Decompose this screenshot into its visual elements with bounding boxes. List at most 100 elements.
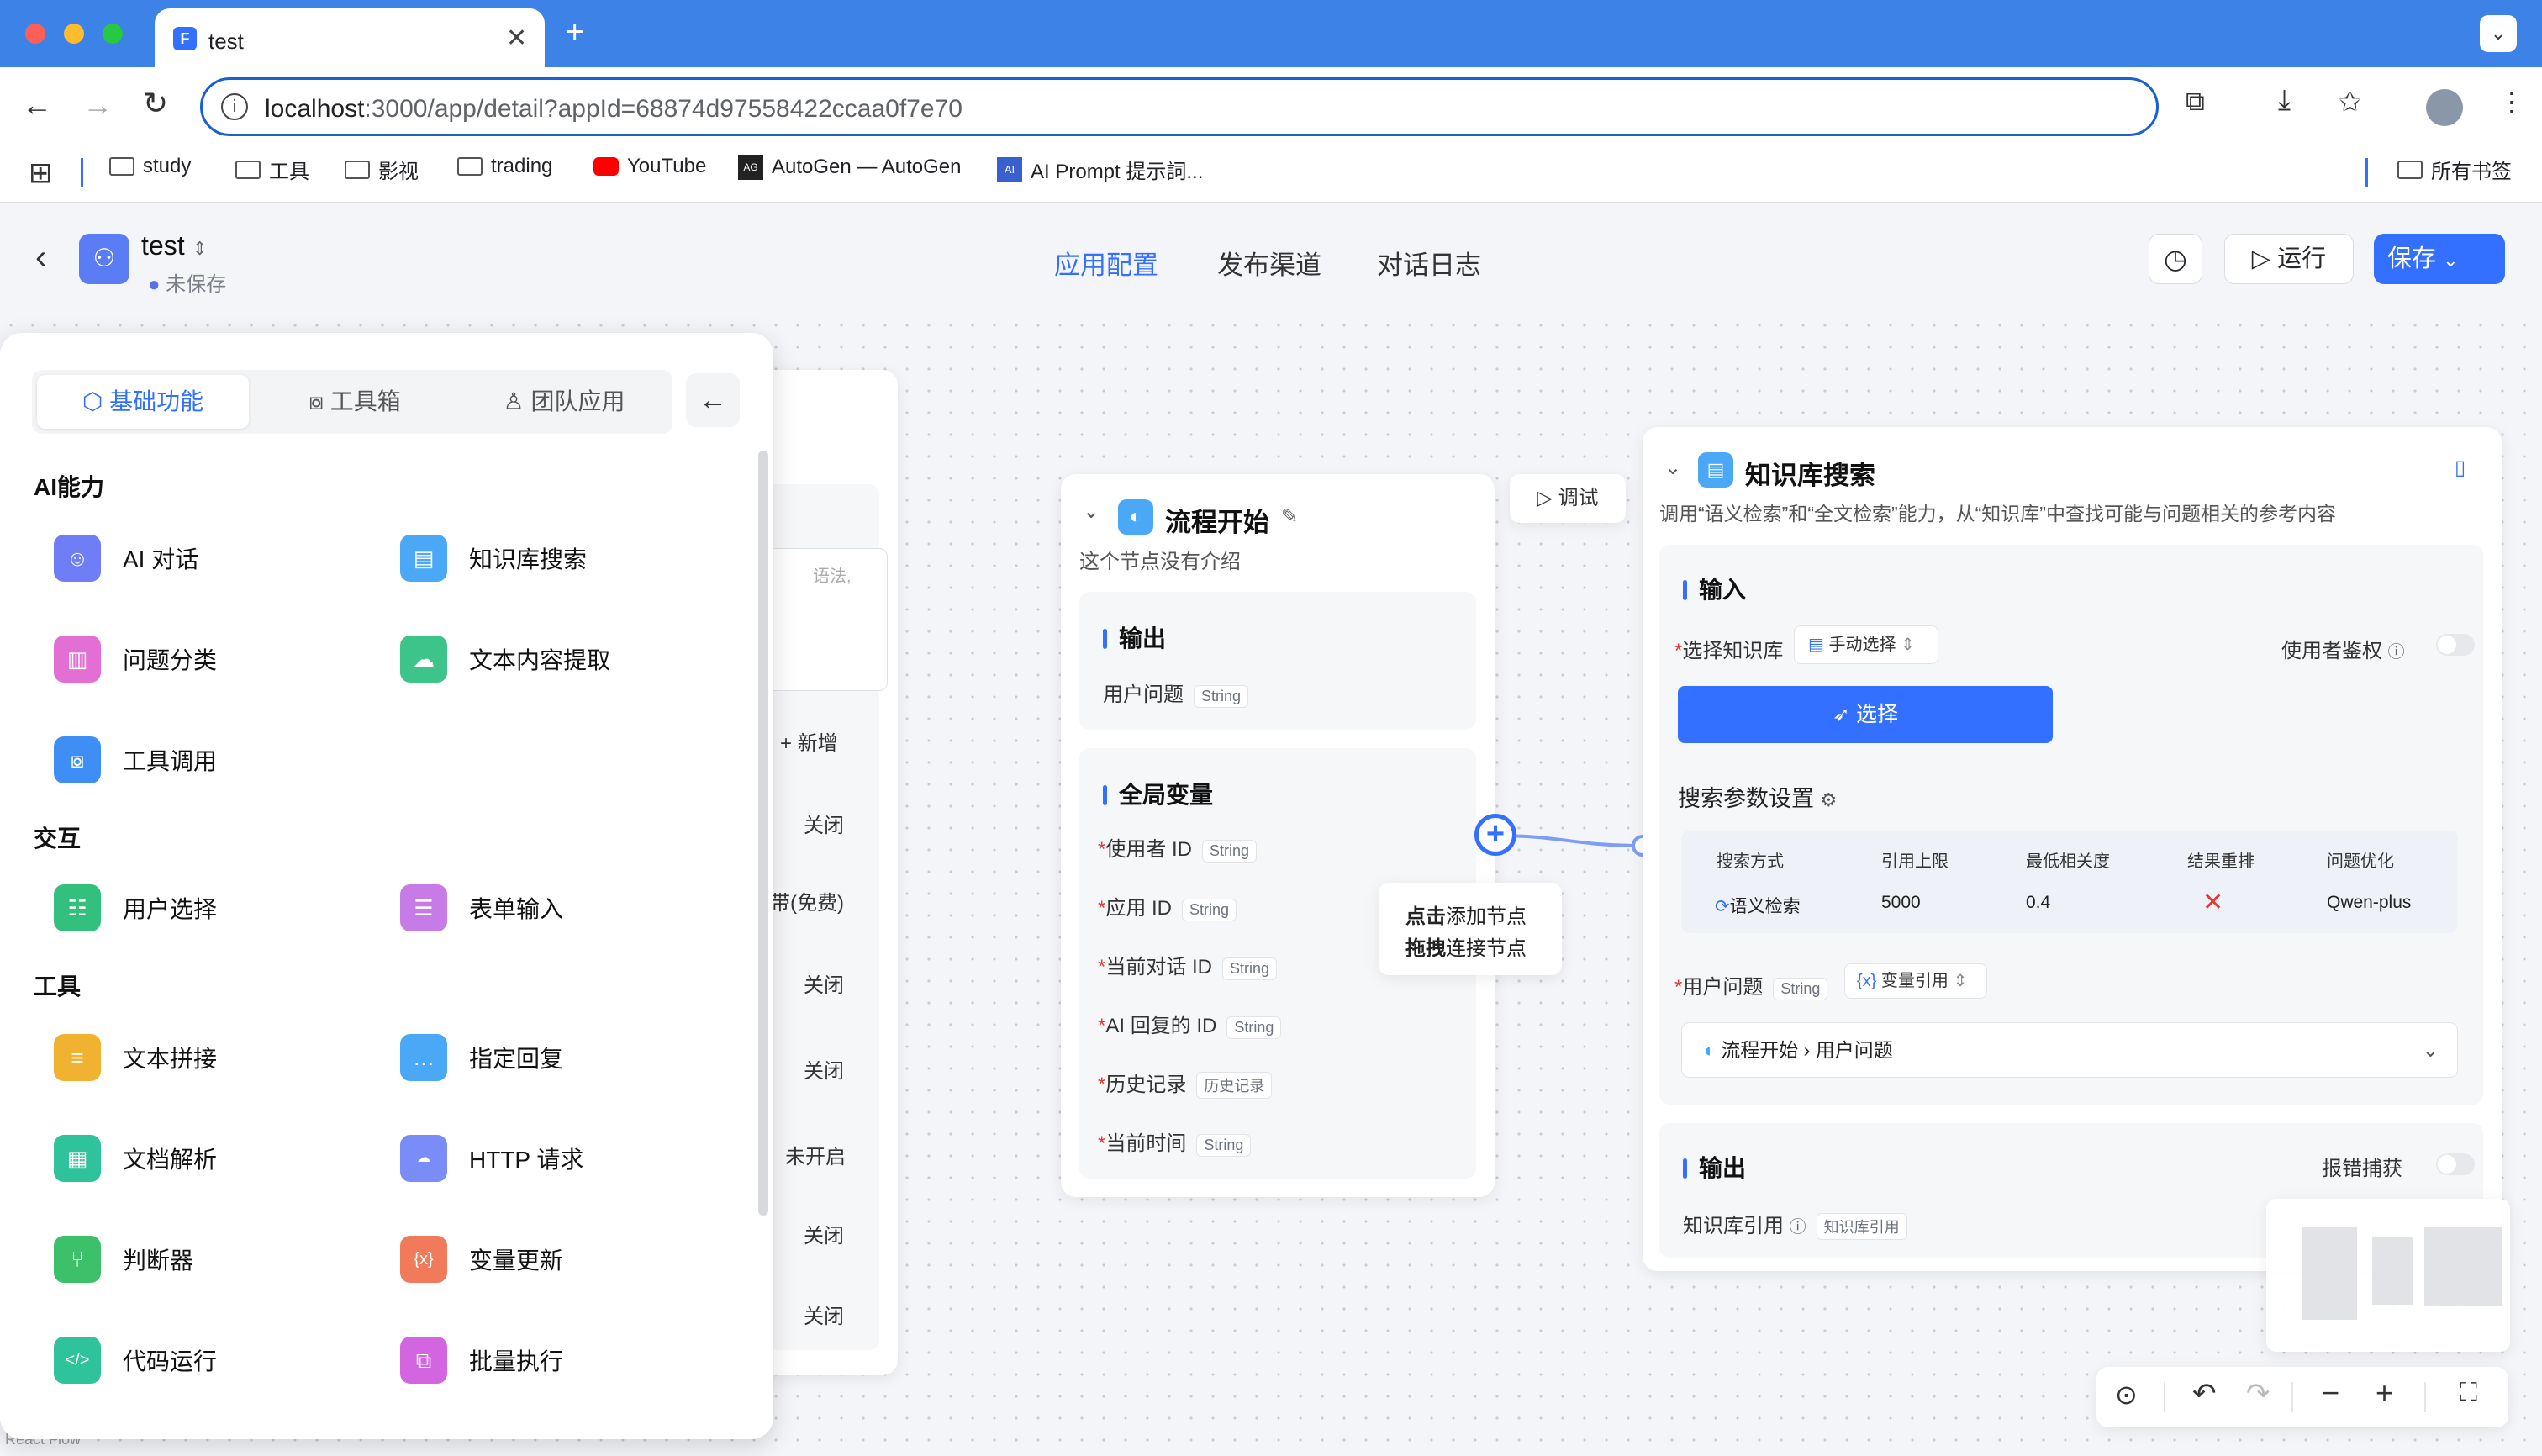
node-item[interactable]: ⑂ 判断器 bbox=[54, 1236, 193, 1283]
download-icon[interactable]: ⤓ bbox=[2278, 84, 2291, 117]
back-chevron-icon[interactable]: ‹ bbox=[35, 239, 46, 277]
manual-select-dropdown[interactable]: ▤ 手动选择 ⇕ bbox=[1794, 625, 1938, 664]
type-tag: String bbox=[1202, 840, 1258, 863]
node-item-label: 表单输入 bbox=[469, 896, 564, 922]
add-node-handle[interactable]: + bbox=[1474, 814, 1516, 856]
node-item[interactable]: ▥ 问题分类 bbox=[54, 636, 217, 683]
node-item[interactable]: ≡ 文本拼接 bbox=[54, 1034, 217, 1081]
mouse-mode-icon[interactable]: ⊙ bbox=[2115, 1379, 2138, 1411]
book-icon[interactable]: ▯ bbox=[2455, 456, 2466, 480]
help-icon[interactable]: ⓘ bbox=[1790, 1218, 1806, 1237]
collapse-panel-button[interactable]: ← bbox=[686, 373, 740, 427]
setting-value[interactable]: 带(免费) bbox=[770, 886, 844, 915]
undo-icon[interactable]: ↶ bbox=[2192, 1377, 2217, 1411]
tab-search-icon[interactable]: ⌄ bbox=[2480, 15, 2517, 52]
browser-tab[interactable]: F test ✕ bbox=[155, 8, 545, 67]
run-button[interactable]: ▷ 运行 bbox=[2224, 234, 2354, 284]
setting-value[interactable]: 关闭 bbox=[804, 1219, 844, 1248]
history-button[interactable]: ◷ bbox=[2149, 234, 2202, 284]
reference-select[interactable]: ◐ 流程开始 › 用户问题 ⌄ bbox=[1681, 1022, 2458, 1078]
node-item[interactable]: </> 代码运行 bbox=[54, 1337, 217, 1384]
panel-scrollbar[interactable] bbox=[758, 451, 768, 1216]
chevron-updown-icon: ⇕ bbox=[1953, 972, 1968, 990]
all-bookmarks[interactable]: 所有书签 bbox=[2397, 155, 2512, 184]
setting-value[interactable]: 关闭 bbox=[804, 1054, 844, 1084]
node-item[interactable]: ▤ 知识库搜索 bbox=[400, 535, 587, 582]
tab-publish[interactable]: 发布渠道 bbox=[1217, 244, 1321, 282]
bookmark-autogen[interactable]: AG AutoGen — AutoGen bbox=[738, 155, 961, 180]
tab-app-config[interactable]: 应用配置 bbox=[1054, 244, 1158, 282]
extensions-icon[interactable]: ⧉ bbox=[2186, 86, 2205, 118]
site-info-icon[interactable]: i bbox=[221, 93, 248, 120]
node-item[interactable]: ☷ 用户选择 bbox=[54, 884, 217, 931]
node-item[interactable]: ⧉ 批量执行 bbox=[400, 1337, 563, 1384]
bookmark-trading[interactable]: trading bbox=[457, 155, 552, 178]
node-item[interactable]: ☁ 文本内容提取 bbox=[400, 636, 610, 683]
minimap[interactable] bbox=[2266, 1199, 2510, 1352]
debug-button[interactable]: ▷ 调试 bbox=[1510, 474, 1626, 523]
fit-view-icon[interactable]: ⛶ bbox=[2460, 1379, 2477, 1407]
more-menu-icon[interactable]: ⋮ bbox=[2498, 86, 2525, 118]
node-item[interactable]: ☺ AI 对话 bbox=[54, 535, 198, 582]
minimize-window-button[interactable] bbox=[64, 24, 84, 44]
profile-avatar[interactable] bbox=[2426, 89, 2463, 126]
apps-grid-icon[interactable]: ⊞ bbox=[29, 156, 53, 190]
bookmark-youtube[interactable]: YouTube bbox=[593, 155, 706, 178]
node-item-label: 批量执行 bbox=[469, 1348, 564, 1374]
address-bar[interactable]: i localhost:3000/app/detail?appId=68874d… bbox=[200, 77, 2159, 136]
table-header: 最低相关度 bbox=[2026, 852, 2110, 871]
variable-reference-dropdown[interactable]: {x} 变量引用 ⇕ bbox=[1844, 963, 1987, 999]
user-auth-toggle[interactable] bbox=[2436, 634, 2475, 656]
bookmark-movies[interactable]: 影视 bbox=[345, 155, 419, 184]
save-button[interactable]: 保存 ⌄ bbox=[2374, 234, 2505, 284]
reload-icon[interactable]: ↻ bbox=[143, 86, 168, 121]
code-icon: </> bbox=[54, 1337, 101, 1384]
new-tab-button[interactable]: + bbox=[565, 13, 584, 51]
node-item-label: 用户选择 bbox=[123, 896, 218, 922]
redo-icon[interactable]: ↷ bbox=[2246, 1377, 2270, 1411]
switch-app-icon[interactable]: ⇕ bbox=[192, 238, 207, 259]
start-node[interactable]: ⌄ ◐ 流程开始 ✎ 这个节点没有介绍 输出 用户问题 String 全局变量 *… bbox=[1061, 474, 1495, 1197]
settings-gear-icon[interactable]: ⚙ bbox=[1821, 789, 1838, 810]
forward-arrow-icon[interactable]: → bbox=[82, 87, 113, 123]
close-window-button[interactable] bbox=[25, 24, 45, 44]
search-params-table[interactable]: 搜索方式 引用上限 最低相关度 结果重排 问题优化 ⟳语义检索 5000 0.4… bbox=[1681, 831, 2458, 933]
tab-team-apps[interactable]: ♙ 团队应用 bbox=[461, 375, 667, 429]
node-item[interactable]: … 指定回复 bbox=[400, 1034, 563, 1081]
user-question-label: *用户问题 String bbox=[1674, 970, 1828, 1000]
node-item[interactable]: ⧇ 工具调用 bbox=[54, 736, 217, 783]
setting-value[interactable]: 未开启 bbox=[785, 1140, 846, 1169]
close-tab-icon[interactable]: ✕ bbox=[506, 24, 527, 53]
node-item[interactable]: ▦ 文档解析 bbox=[54, 1135, 217, 1182]
setting-value[interactable]: 关闭 bbox=[804, 809, 844, 838]
select-kb-button[interactable]: ➶ 选择 bbox=[1678, 686, 2053, 743]
zoom-window-button[interactable] bbox=[103, 24, 123, 44]
help-icon[interactable]: ⓘ bbox=[2388, 643, 2405, 662]
node-item-label: 代码运行 bbox=[123, 1348, 218, 1374]
edit-icon[interactable]: ✎ bbox=[1281, 504, 1298, 529]
tab-basic-functions[interactable]: ⬡ 基础功能 bbox=[37, 375, 249, 429]
tab-chat-logs[interactable]: 对话日志 bbox=[1377, 244, 1481, 282]
setting-value[interactable]: 关闭 bbox=[804, 1300, 844, 1329]
zoom-in-icon[interactable]: + bbox=[2376, 1375, 2393, 1411]
reading-list-icon[interactable]: ✩ bbox=[2339, 86, 2361, 118]
add-variable-button[interactable]: + 新增 bbox=[780, 726, 838, 756]
app-name[interactable]: test ⇕ bbox=[141, 230, 208, 261]
knowledge-search-node[interactable]: ⌄ ▤ 知识库搜索 ▯ 调用“语义检索”和“全文检索”能力，从“知识库”中查找可… bbox=[1643, 427, 2502, 1271]
zoom-out-icon[interactable]: − bbox=[2322, 1375, 2339, 1411]
output-field: 用户问题 String bbox=[1103, 678, 1249, 708]
collapse-chevron-icon[interactable]: ⌄ bbox=[1083, 499, 1100, 524]
bookmark-study[interactable]: study bbox=[109, 155, 191, 178]
bookmark-tools[interactable]: 工具 bbox=[235, 155, 309, 184]
node-item[interactable]: ☰ 表单输入 bbox=[400, 884, 563, 931]
error-catch-toggle[interactable] bbox=[2436, 1153, 2475, 1175]
back-arrow-icon[interactable]: ← bbox=[22, 87, 52, 123]
node-item[interactable]: ☁ HTTP 请求 bbox=[400, 1135, 583, 1182]
collapse-chevron-icon[interactable]: ⌄ bbox=[1664, 456, 1681, 480]
output-section: 输出 用户问题 String bbox=[1079, 592, 1476, 730]
tab-toolbox[interactable]: ⧇ 工具箱 bbox=[252, 375, 457, 429]
tab-label: 基础功能 bbox=[109, 388, 204, 414]
node-item[interactable]: {x} 变量更新 bbox=[400, 1236, 563, 1283]
setting-value[interactable]: 关闭 bbox=[804, 968, 844, 998]
bookmark-ai-prompt[interactable]: AI AI Prompt 提示詞... bbox=[997, 155, 1203, 184]
